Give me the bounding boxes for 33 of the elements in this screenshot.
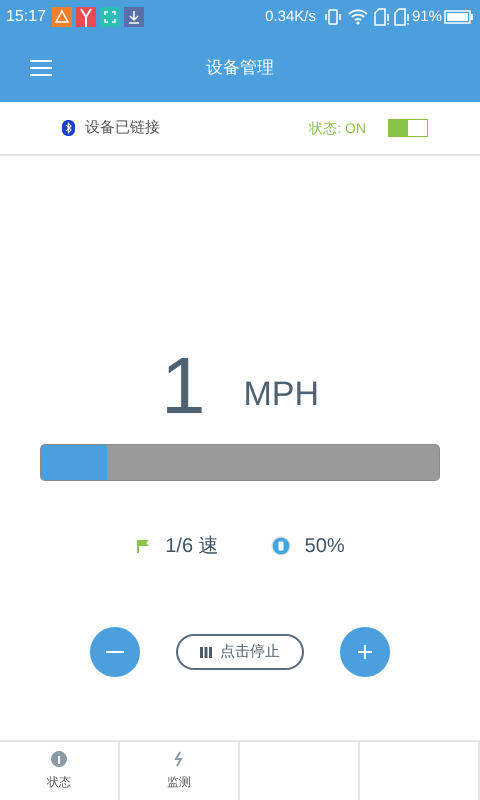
sim-icon xyxy=(374,8,390,26)
download-icon xyxy=(124,7,144,27)
sim-icon xyxy=(394,8,410,26)
status-time: 15:17 xyxy=(6,7,46,27)
status-toggle[interactable] xyxy=(388,119,428,137)
battery-icon xyxy=(270,536,291,556)
connection-label: 设备已链接 xyxy=(85,118,160,138)
app-title: 设备管理 xyxy=(206,57,274,80)
stop-button[interactable]: 点击停止 xyxy=(176,634,304,670)
increase-button[interactable] xyxy=(340,627,390,677)
nav-tab[interactable]: 状态 xyxy=(0,742,120,800)
warning-icon xyxy=(52,7,72,27)
bolt-icon xyxy=(173,751,185,767)
gear-level: 1/6 速 xyxy=(165,534,219,559)
battery-level: 50% xyxy=(304,534,345,559)
wifi-icon xyxy=(348,9,368,25)
battery-percent: 91% xyxy=(412,6,442,27)
network-speed: 0.34K/s xyxy=(265,6,316,27)
speed-value: 1 xyxy=(160,346,206,426)
menu-icon[interactable] xyxy=(30,60,52,76)
battery-icon xyxy=(444,10,474,24)
vibrate-icon xyxy=(324,8,342,26)
flag-icon xyxy=(135,538,152,554)
status-label: 状态: ON xyxy=(309,118,366,138)
scan-icon xyxy=(100,7,120,27)
decrease-button[interactable] xyxy=(90,627,140,677)
minus-icon xyxy=(106,651,124,653)
speed-unit: MPH xyxy=(243,374,320,415)
pause-icon xyxy=(200,646,212,658)
nav-tab[interactable]: 监测 xyxy=(120,742,240,800)
bluetooth-icon xyxy=(62,120,75,136)
app-icon xyxy=(76,7,96,27)
plus-icon xyxy=(358,645,372,659)
